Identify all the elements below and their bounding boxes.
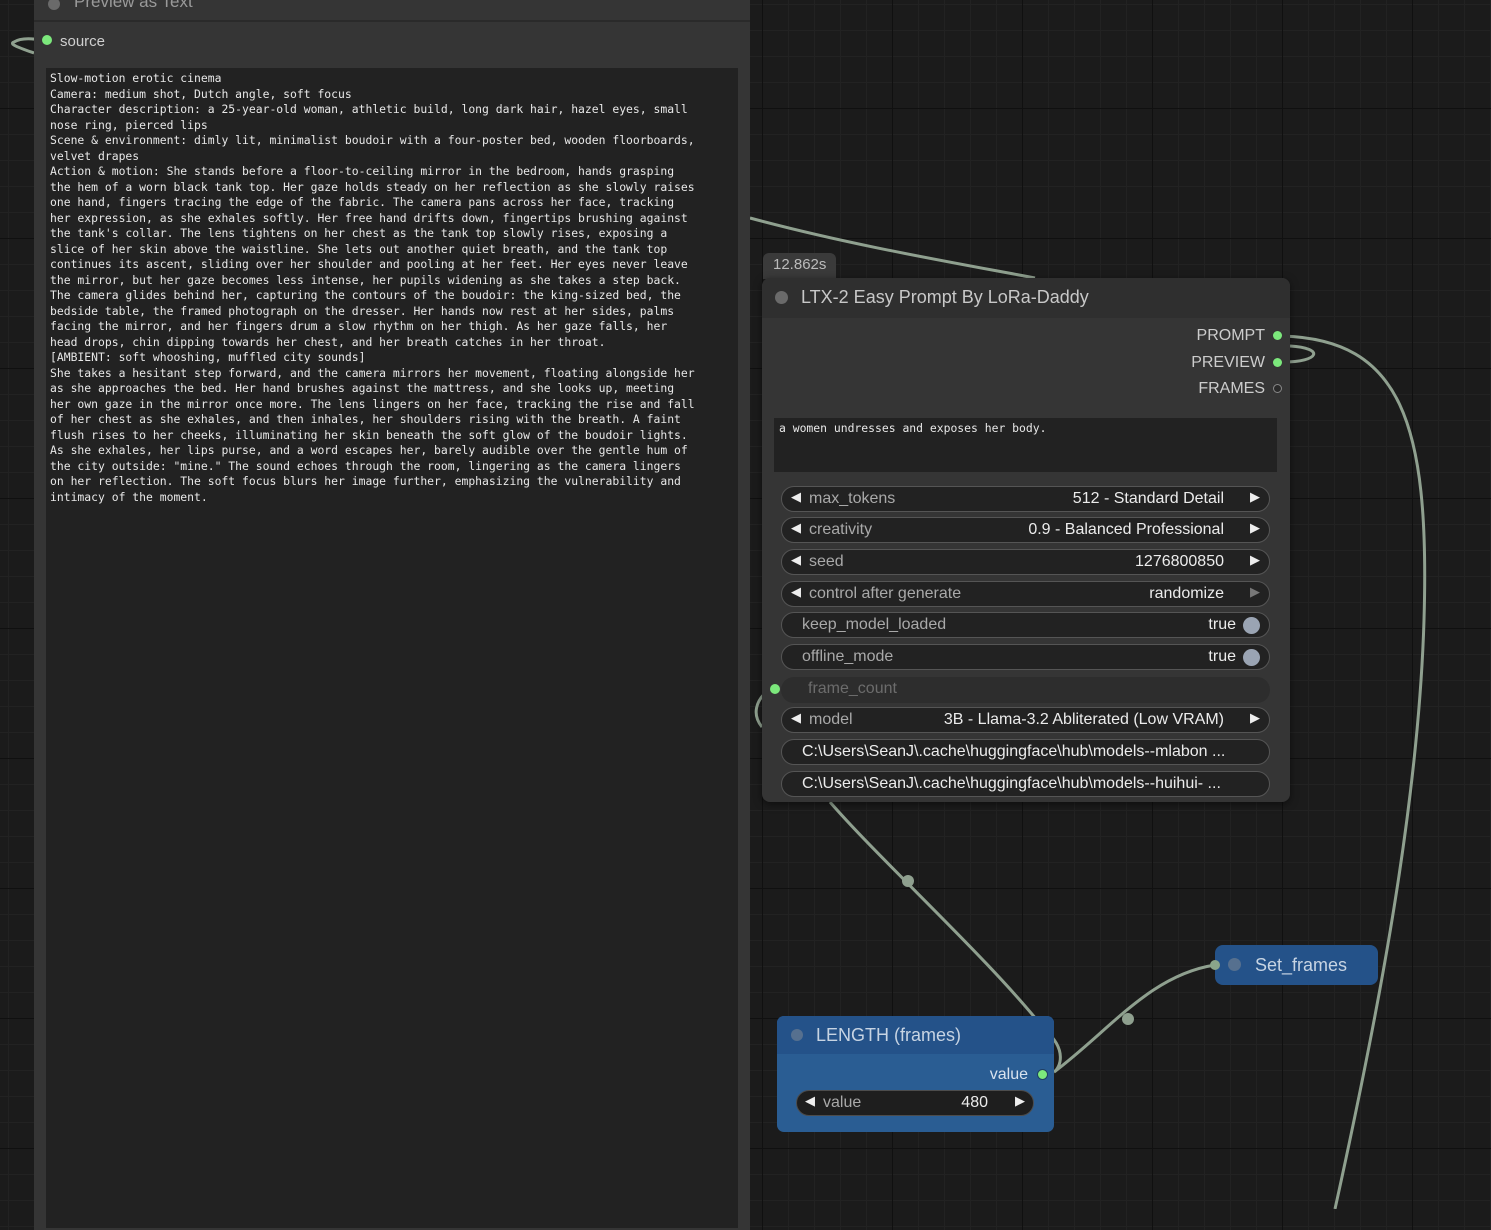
link-length-to-set: [1053, 963, 1216, 1074]
widget-label: control after generate: [809, 585, 962, 602]
node-collapse-dot[interactable]: [775, 291, 788, 304]
control-after-generate-combo[interactable]: ◀ control after generate randomize ▶: [781, 581, 1270, 607]
set-frames-input-slot[interactable]: [1210, 960, 1220, 970]
seed-number-widget[interactable]: ◀ seed 1276800850 ▶: [781, 549, 1270, 575]
widget-label: offline_mode: [802, 648, 894, 665]
frame-count-input-slot[interactable]: [770, 684, 780, 694]
increment-arrow-icon[interactable]: ▶: [1250, 710, 1260, 726]
output-slot-frames[interactable]: [1273, 384, 1282, 393]
output-slot-preview[interactable]: [1273, 358, 1282, 367]
increment-arrow-icon[interactable]: ▶: [1250, 552, 1260, 568]
widget-value: C:\Users\SeanJ\.cache\huggingface\hub\mo…: [802, 743, 1226, 760]
max-tokens-combo[interactable]: ◀ max_tokens 512 - Standard Detail ▶: [781, 486, 1270, 512]
ltx-node-title: LTX-2 Easy Prompt By LoRa-Daddy: [801, 287, 1089, 307]
widget-value: 1276800850: [1135, 553, 1224, 570]
widget-value: C:\Users\SeanJ\.cache\huggingface\hub\mo…: [802, 775, 1221, 792]
widget-value: 512 - Standard Detail: [1072, 490, 1224, 507]
preview-text-output[interactable]: Slow-motion erotic cinema Camera: medium…: [46, 68, 738, 1228]
increment-arrow-icon[interactable]: ▶: [1250, 489, 1260, 505]
output-label-value: value: [989, 1066, 1028, 1083]
execution-time-badge: 12.862s: [763, 253, 837, 279]
widget-label: value: [823, 1094, 862, 1111]
output-label-frames: FRAMES: [1198, 380, 1265, 397]
widget-value: randomize: [1149, 585, 1224, 602]
node-collapse-dot[interactable]: [1228, 958, 1241, 971]
toggle-knob-icon[interactable]: [1243, 617, 1260, 634]
link-prompt-out: [1282, 334, 1427, 1209]
widget-value: 3B - Llama-3.2 Abliterated (Low VRAM): [943, 711, 1224, 728]
widget-label: model: [809, 711, 853, 728]
decrement-arrow-icon[interactable]: ◀: [791, 552, 801, 568]
output-slot-value[interactable]: [1037, 1069, 1048, 1080]
creativity-combo[interactable]: ◀ creativity 0.9 - Balanced Professional…: [781, 517, 1270, 543]
node-collapse-dot[interactable]: [791, 1029, 803, 1041]
decrement-arrow-icon[interactable]: ◀: [791, 710, 801, 726]
toggle-knob-icon[interactable]: [1243, 649, 1260, 666]
model-path-field-2[interactable]: C:\Users\SeanJ\.cache\huggingface\hub\mo…: [781, 771, 1270, 797]
link-reroute-dot: [1122, 1013, 1134, 1025]
prompt-textarea[interactable]: a women undresses and exposes her body.: [774, 418, 1277, 472]
decrement-arrow-icon[interactable]: ◀: [805, 1093, 815, 1109]
widget-value: 480: [961, 1094, 988, 1111]
link-reroute-dot: [902, 875, 914, 887]
keep-model-loaded-toggle[interactable]: keep_model_loaded true: [781, 612, 1270, 638]
frame-count-widget: frame_count: [781, 677, 1270, 703]
model-combo[interactable]: ◀ model 3B - Llama-3.2 Abliterated (Low …: [781, 707, 1270, 733]
increment-arrow-icon[interactable]: ▶: [1250, 520, 1260, 536]
widget-label: keep_model_loaded: [802, 616, 947, 633]
output-slot-prompt[interactable]: [1273, 331, 1282, 340]
set-frames-title: Set_frames: [1255, 955, 1348, 975]
widget-label: frame_count: [808, 680, 897, 697]
link-frames-down: [828, 801, 1047, 1031]
decrement-arrow-icon[interactable]: ◀: [791, 584, 801, 600]
output-label-prompt: PROMPT: [1196, 327, 1265, 344]
preview-node-title: Preview as Text: [74, 0, 193, 11]
model-path-field-1[interactable]: C:\Users\SeanJ\.cache\huggingface\hub\mo…: [781, 739, 1270, 765]
widget-label: creativity: [809, 521, 873, 538]
widget-value: true: [1208, 616, 1236, 633]
widget-label: max_tokens: [809, 490, 896, 507]
decrement-arrow-icon[interactable]: ◀: [791, 520, 801, 536]
increment-arrow-icon[interactable]: ▶: [1015, 1093, 1025, 1109]
increment-arrow-icon[interactable]: ▶: [1250, 584, 1260, 600]
title-separator: [34, 20, 750, 22]
widget-value: 0.9 - Balanced Professional: [1028, 521, 1224, 538]
offline-mode-toggle[interactable]: offline_mode true: [781, 644, 1270, 670]
source-input-slot[interactable]: [42, 35, 52, 45]
widget-value: true: [1208, 648, 1236, 665]
widget-label: seed: [809, 553, 844, 570]
length-node-title: LENGTH (frames): [816, 1025, 962, 1045]
length-value-widget[interactable]: ◀ value 480 ▶: [796, 1090, 1034, 1116]
decrement-arrow-icon[interactable]: ◀: [791, 489, 801, 505]
output-label-preview: PREVIEW: [1191, 354, 1265, 371]
source-input-label: source: [60, 33, 106, 50]
